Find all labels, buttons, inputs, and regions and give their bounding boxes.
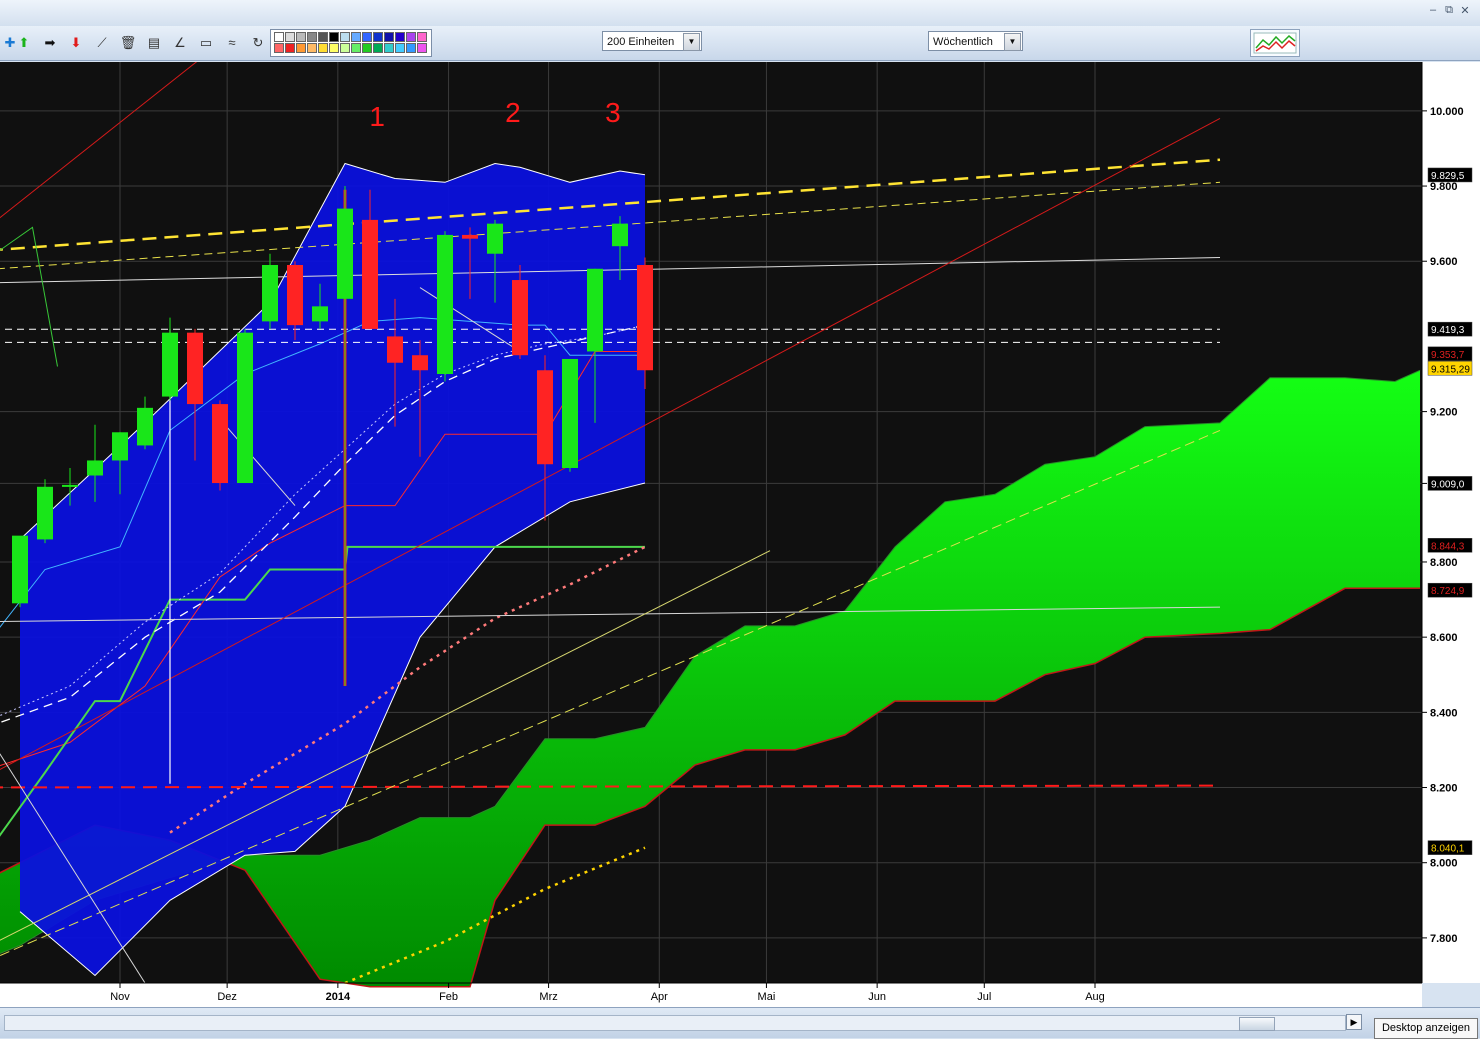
- y-tick-label: 8.200: [1430, 783, 1458, 795]
- y-tick-label: 8.400: [1430, 707, 1458, 719]
- candle-body: [362, 219, 378, 329]
- trash-icon[interactable]: 🗑: [118, 34, 138, 52]
- price-flag-label: 9.315,29: [1431, 364, 1470, 375]
- price-flag-label: 9.829,5: [1431, 171, 1465, 182]
- candle-body: [212, 404, 228, 484]
- chevron-down-icon[interactable]: ▼: [683, 33, 700, 51]
- price-flag-label: 9.009,0: [1431, 479, 1465, 490]
- units-select-value: 200 Einheiten: [607, 36, 675, 48]
- candle-body: [587, 268, 603, 352]
- x-tick-label: Nov: [110, 991, 130, 1003]
- wave-annotation: 3: [605, 97, 621, 128]
- candle-body: [537, 370, 553, 465]
- price-flag-label: 8.844,3: [1431, 541, 1465, 552]
- time-axis-background: [0, 983, 1422, 1007]
- candle-body: [387, 336, 403, 363]
- arrow-up-icon[interactable]: ⬆: [14, 34, 34, 52]
- candle-body: [562, 358, 578, 468]
- x-tick-label: Feb: [439, 991, 458, 1003]
- chart-area[interactable]: 1 2 3 10.000 9.800 9.600 9.200 9.009,0 8.800 8.60…: [0, 42, 1480, 1007]
- y-tick-label: 9.600: [1430, 256, 1458, 268]
- status-bar: ▶: [0, 1007, 1480, 1038]
- wave-annotation: 1: [369, 101, 385, 132]
- drawing-toolbar: ✚ ⬆ ➡ ⬇ ⟋ 🗑 ▤ ∠ ▭ ≈ ↻ 200 Einheiten ▼ Wö…: [0, 26, 1480, 61]
- candle-body: [262, 264, 278, 322]
- rectangle-tool-icon[interactable]: ▭: [196, 34, 216, 52]
- period-select[interactable]: Wöchentlich ▼: [928, 31, 1023, 51]
- y-tick-label: 10.000: [1430, 106, 1464, 118]
- candle-body: [187, 332, 203, 405]
- cycle-tool-icon[interactable]: ↻: [248, 34, 268, 52]
- restore-icon[interactable]: ⧉: [1442, 4, 1456, 17]
- horizontal-scrollbar[interactable]: [4, 1015, 1346, 1031]
- candle-body: [287, 264, 303, 326]
- arrow-down-icon[interactable]: ⬇: [66, 34, 86, 52]
- chart-type-button[interactable]: [1250, 29, 1300, 57]
- price-flag-label: 9.419,3: [1431, 325, 1465, 336]
- candle-body: [87, 460, 103, 476]
- price-flag-label: 9.353,7: [1431, 350, 1465, 361]
- scrollbar-thumb[interactable]: [1239, 1017, 1275, 1031]
- wave-annotation: 2: [505, 97, 521, 128]
- x-tick-label: Aug: [1085, 991, 1105, 1003]
- close-icon[interactable]: ✕: [1458, 4, 1472, 17]
- candle-body: [337, 208, 353, 299]
- y-tick-label: 7.800: [1430, 933, 1458, 945]
- x-tick-label: Apr: [651, 991, 668, 1003]
- period-select-value: Wöchentlich: [933, 36, 993, 48]
- candle-body: [137, 407, 153, 446]
- candle-body: [312, 306, 328, 322]
- price-flag-label: 8.724,9: [1431, 586, 1465, 597]
- candle-body: [512, 280, 528, 356]
- arrow-right-icon[interactable]: ➡: [40, 34, 60, 52]
- color-palette[interactable]: [270, 29, 432, 57]
- y-tick-label: 8.800: [1430, 557, 1458, 569]
- candle-body: [412, 355, 428, 371]
- candle-body: [112, 432, 128, 461]
- candle-body: [462, 234, 478, 239]
- channel-tool-icon[interactable]: ▤: [144, 34, 164, 52]
- x-tick-label: Jul: [977, 991, 991, 1003]
- candle-body: [12, 535, 28, 604]
- x-tick-label: Mrz: [539, 991, 557, 1003]
- y-tick-label: 8.600: [1430, 632, 1458, 644]
- price-flag-label: 8.040,1: [1431, 844, 1465, 855]
- x-tick-label: Mai: [758, 991, 776, 1003]
- fibonacci-tool-icon[interactable]: ≈: [222, 34, 242, 52]
- minimize-icon[interactable]: –: [1426, 4, 1440, 16]
- x-tick-label: Dez: [217, 991, 237, 1003]
- candle-body: [37, 486, 53, 540]
- candle-body: [62, 484, 78, 487]
- scroll-right-icon[interactable]: ▶: [1346, 1014, 1362, 1030]
- units-select[interactable]: 200 Einheiten ▼: [602, 31, 702, 51]
- x-tick-label: 2014: [326, 991, 351, 1003]
- line-chart-icon: [1253, 32, 1297, 54]
- candle-body: [437, 234, 453, 375]
- window-title-bar: – ⧉ ✕: [0, 0, 1480, 27]
- candle-body: [487, 223, 503, 254]
- ichimoku-candlestick-chart[interactable]: 1 2 3 10.000 9.800 9.600 9.200 9.009,0 8.800 8.60…: [0, 42, 1480, 1007]
- candle-body: [237, 332, 253, 484]
- angle-tool-icon[interactable]: ∠: [170, 34, 190, 52]
- y-tick-label: 9.800: [1430, 181, 1458, 193]
- x-tick-label: Jun: [868, 991, 886, 1003]
- trendline-tool-icon[interactable]: ⟋: [92, 34, 112, 52]
- candle-body: [612, 223, 628, 247]
- desktop-tooltip: Desktop anzeigen: [1374, 1018, 1478, 1039]
- y-tick-label: 9.200: [1430, 407, 1458, 419]
- y-tick-label: 8.000: [1430, 858, 1458, 870]
- candle-body: [637, 264, 653, 371]
- candle-body: [162, 332, 178, 397]
- chevron-down-icon[interactable]: ▼: [1004, 33, 1021, 51]
